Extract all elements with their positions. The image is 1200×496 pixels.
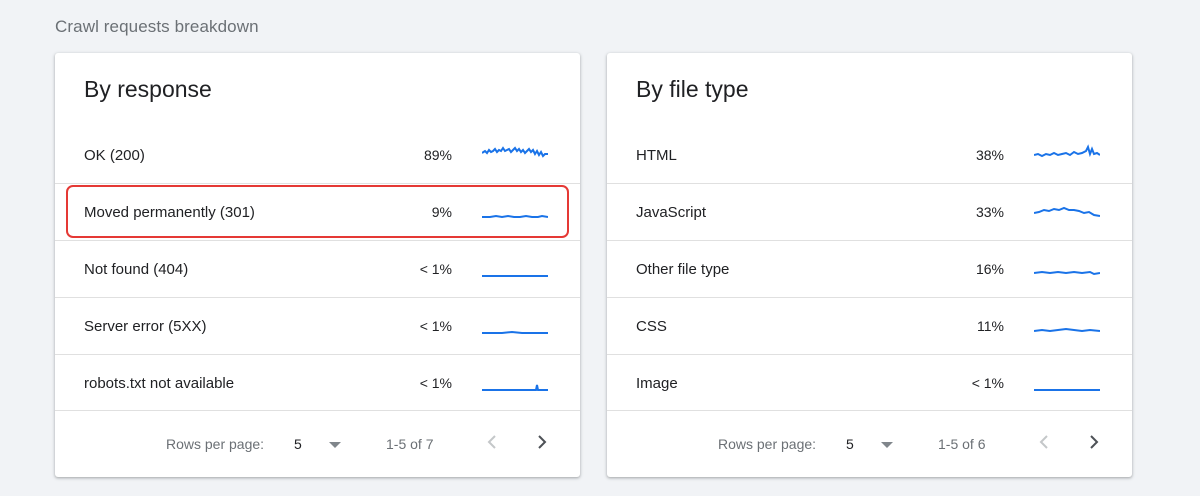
pagination-footer: Rows per page: 5 1-5 of 7 [55,410,580,477]
rows-per-page-value[interactable]: 5 [294,436,302,452]
response-rows: OK (200) 89% Moved permanently (301) 9% … [55,127,580,411]
page-range: 1-5 of 7 [386,436,434,452]
card-title: By response [84,76,212,102]
table-row[interactable]: robots.txt not available < 1% [55,354,580,411]
rows-per-page-label: Rows per page: [166,436,265,452]
section-title: Crawl requests breakdown [55,17,259,36]
rows-per-page-value[interactable]: 5 [846,436,854,452]
sparkline [482,275,548,277]
chevron-left-icon[interactable] [482,432,502,452]
row-label: robots.txt not available [84,374,235,392]
sparkline [482,384,548,391]
sparkline [1034,389,1100,391]
sparkline [1034,327,1100,333]
row-percent: < 1% [419,318,452,334]
row-percent: 89% [423,147,452,163]
row-label: JavaScript [636,203,707,221]
row-percent: < 1% [971,375,1004,391]
row-percent: 16% [975,261,1004,277]
chevron-right-icon[interactable] [532,432,552,452]
row-label: CSS [636,317,667,335]
row-label: HTML [636,146,677,164]
sparkline [1034,144,1100,158]
row-label: OK (200) [84,146,145,164]
table-row[interactable]: HTML 38% [607,127,1132,183]
row-label: Image [636,374,678,392]
by-response-card: By response OK (200) 89% Moved permanent… [55,53,580,477]
row-label: Server error (5XX) [84,317,207,335]
page-range: 1-5 of 6 [938,436,986,452]
sparkline [482,146,548,158]
table-row[interactable]: OK (200) 89% [55,127,580,183]
row-percent: 38% [975,147,1004,163]
row-percent: 11% [977,318,1004,334]
table-row[interactable]: CSS 11% [607,297,1132,354]
rows-per-page-label: Rows per page: [718,436,817,452]
table-row[interactable]: Image < 1% [607,354,1132,411]
caret-down-icon[interactable] [881,442,893,448]
sparkline [482,330,548,334]
sparkline [1034,270,1100,276]
highlight-box [66,185,569,238]
row-percent: 33% [975,204,1004,220]
row-percent: < 1% [419,375,452,391]
pagination-footer: Rows per page: 5 1-5 of 6 [607,410,1132,477]
table-row[interactable]: Other file type 16% [607,240,1132,297]
row-label: Other file type [636,260,730,278]
sparkline [1034,206,1100,217]
caret-down-icon[interactable] [329,442,341,448]
card-title: By file type [636,76,749,102]
table-row[interactable]: Not found (404) < 1% [55,240,580,297]
row-label: Not found (404) [84,260,189,278]
table-row[interactable]: Server error (5XX) < 1% [55,297,580,354]
row-percent: < 1% [419,261,452,277]
chevron-right-icon[interactable] [1084,432,1104,452]
table-row[interactable]: JavaScript 33% [607,183,1132,240]
file-type-rows: HTML 38% JavaScript 33% Other file type … [607,127,1132,411]
by-file-type-card: By file type HTML 38% JavaScript 33% Oth… [607,53,1132,477]
chevron-left-icon[interactable] [1034,432,1054,452]
